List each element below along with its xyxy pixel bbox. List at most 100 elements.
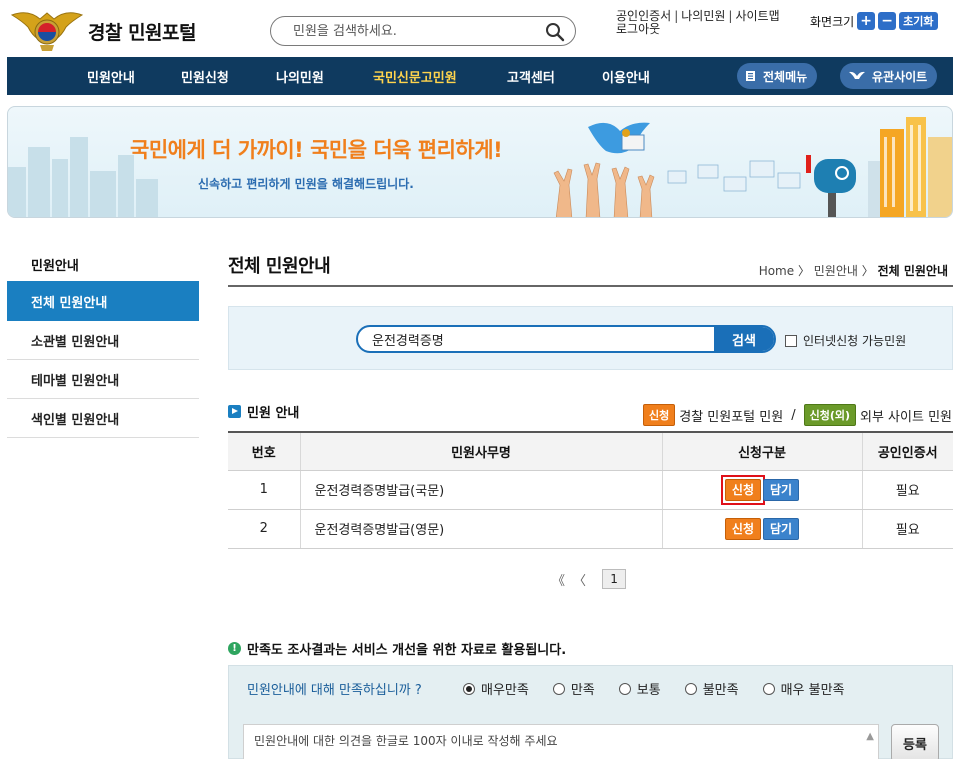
apply-legend: 신청 경찰 민원포털 민원 / 신청(외) 외부 사이트 민원	[642, 404, 952, 426]
breadcrumb-home[interactable]: Home	[759, 264, 794, 278]
play-square-icon	[228, 405, 241, 418]
util-link-cert[interactable]: 공인인증서	[616, 9, 671, 23]
add-to-cart-button[interactable]: 담기	[763, 478, 800, 501]
breadcrumb-guide[interactable]: 민원안내	[814, 264, 858, 278]
gnb-item-my-civil[interactable]: 나의민원	[276, 67, 324, 86]
option-neutral[interactable]: 보통	[618, 679, 661, 698]
hero-banner: 국민에게 더 가까이! 국민을 더욱 편리하게! 신속하고 편리하게 민원을 해…	[7, 106, 953, 218]
sidebar-item-by-dept[interactable]: 소관별 민원안내	[7, 321, 199, 360]
row-apply-cell: 신청 담기	[661, 470, 862, 510]
related-sites-label: 유관사이트	[872, 69, 928, 84]
row-service-name[interactable]: 운전경력증명발급(국문)	[299, 470, 662, 510]
comment-box: ▲	[243, 724, 879, 759]
page-title: 전체 민원안내	[228, 256, 331, 277]
online-only-checkbox[interactable]	[785, 334, 797, 347]
guide-search-panel: 검색 인터넷신청 가능민원	[228, 306, 953, 370]
submit-comment-button[interactable]: 등록	[891, 724, 939, 759]
legend-apply-desc: 경찰 민원포털 민원	[679, 409, 784, 425]
font-size-control: 화면크기 + − 초기화	[810, 10, 938, 32]
separator: |	[728, 9, 733, 23]
online-only-label: 인터넷신청 가능민원	[803, 334, 907, 348]
col-header-name: 민원사무명	[299, 431, 662, 471]
font-decrease-button[interactable]: −	[878, 12, 897, 30]
gnb-item-customer-center[interactable]: 고객센터	[507, 67, 555, 86]
option-label: 보통	[636, 683, 661, 698]
col-header-cert: 공인인증서	[861, 431, 953, 471]
row-service-name[interactable]: 운전경력증명발급(영문)	[299, 509, 662, 549]
legend-external-tag: 신청(외)	[803, 404, 856, 426]
gnb-item-apply[interactable]: 민원신청	[181, 67, 229, 86]
breadcrumb: Home 〉 민원안내 〉 전체 민원안내	[758, 264, 948, 278]
comment-textarea[interactable]	[244, 725, 859, 759]
option-very-dissatisfied[interactable]: 매우 불만족	[762, 679, 845, 698]
civil-service-table: 번호 민원사무명 신청구분 공인인증서 1 운전경력증명발급(국문) 신청 담기 …	[228, 431, 953, 549]
font-size-label: 화면크기	[810, 14, 855, 29]
guide-search-input[interactable]	[372, 331, 702, 347]
table-row: 1 운전경력증명발급(국문) 신청 담기 필요	[228, 470, 953, 510]
row-no: 2	[228, 509, 300, 549]
gnb-item-epeople[interactable]: 국민신문고민원	[373, 67, 457, 86]
option-label: 매우 불만족	[780, 683, 845, 698]
table-header-row: 번호 민원사무명 신청구분 공인인증서	[228, 431, 953, 471]
row-cert: 필요	[861, 470, 953, 510]
gnb-item-usage[interactable]: 이용안내	[602, 67, 650, 86]
option-dissatisfied[interactable]: 불만족	[684, 679, 739, 698]
legend-apply-tag: 신청	[642, 404, 676, 426]
site-title[interactable]: 경찰 민원포털	[88, 18, 197, 45]
prev-page-button[interactable]: 〈	[573, 570, 586, 589]
all-menu-button[interactable]: 전체메뉴	[737, 63, 818, 89]
all-menu-label: 전체메뉴	[763, 69, 808, 84]
apply-button[interactable]: 신청	[724, 517, 761, 540]
guide-search-button[interactable]: 검색	[714, 327, 774, 351]
search-icon[interactable]	[545, 22, 565, 42]
info-icon: !	[228, 642, 241, 655]
util-link-my-civil[interactable]: 나의민원	[681, 9, 725, 23]
radio-button[interactable]	[463, 682, 475, 695]
online-only-filter[interactable]: 인터넷신청 가능민원	[785, 332, 906, 349]
header: 경찰 민원포털 공인인증서|나의민원|사이트맵 로그아웃 화면크기 + − 초기…	[0, 0, 966, 56]
first-page-button[interactable]: 《	[552, 570, 565, 589]
legend-external-desc: 외부 사이트 민원	[860, 409, 952, 425]
police-emblem-logo[interactable]	[10, 5, 84, 53]
main-navigation: 민원안내 민원신청 나의민원 국민신문고민원 고객센터 이용안내 전체메뉴 유관…	[7, 57, 953, 95]
sidebar-item-all-guide[interactable]: 전체 민원안내	[7, 281, 199, 321]
sidebar-item-by-index[interactable]: 색인별 민원안내	[7, 399, 199, 438]
gnb-item-guide[interactable]: 민원안내	[87, 67, 135, 86]
util-link-logout[interactable]: 로그아웃	[616, 22, 660, 36]
font-reset-button[interactable]: 초기화	[899, 12, 938, 30]
util-link-sitemap[interactable]: 사이트맵	[735, 9, 779, 23]
sidebar-title: 민원안내	[31, 259, 79, 274]
breadcrumb-current: 전체 민원안내	[877, 264, 948, 278]
related-sites-button[interactable]: 유관사이트	[840, 63, 938, 89]
bird-icon	[849, 71, 865, 79]
scroll-up-arrow-icon[interactable]: ▲	[866, 731, 874, 742]
apply-button[interactable]: 신청	[724, 478, 761, 501]
row-cert: 필요	[861, 509, 953, 549]
row-no: 1	[228, 470, 300, 510]
col-header-apply-type: 신청구분	[661, 431, 862, 471]
page-number-current[interactable]: 1	[602, 569, 627, 589]
radio-button[interactable]	[684, 682, 697, 695]
survey-question: 민원안내에 대해 만족하십니까 ?	[247, 683, 422, 698]
separator: |	[674, 9, 679, 23]
menu-doc-icon	[746, 71, 755, 81]
radio-button[interactable]	[552, 682, 565, 695]
banner-subtitle: 신속하고 편리하게 민원을 해결해드립니다.	[198, 177, 414, 191]
radio-button[interactable]	[762, 682, 775, 695]
option-very-satisfied[interactable]: 매우만족	[463, 679, 529, 698]
satisfaction-survey: 민원안내에 대해 만족하십니까 ? 매우만족 만족 보통 불만족 매우 불만족 …	[228, 665, 953, 759]
option-label: 매우만족	[481, 683, 529, 698]
radio-button[interactable]	[618, 682, 631, 695]
add-to-cart-button[interactable]: 담기	[763, 517, 800, 540]
banner-title: 국민에게 더 가까이! 국민을 더욱 편리하게!	[130, 138, 503, 162]
survey-note-text: 만족도 조사결과는 서비스 개선을 위한 자료로 활용됩니다.	[247, 643, 567, 658]
global-search-input[interactable]	[293, 22, 533, 40]
option-satisfied[interactable]: 만족	[552, 679, 595, 698]
option-label: 불만족	[702, 683, 739, 698]
guide-search-box: 검색	[356, 325, 776, 353]
font-increase-button[interactable]: +	[857, 12, 876, 30]
table-row: 2 운전경력증명발급(영문) 신청 담기 필요	[228, 509, 953, 549]
sidebar-item-by-theme[interactable]: 테마별 민원안내	[7, 360, 199, 399]
utility-links: 공인인증서 | 나의민원 | 사이트맵 로그아웃	[616, 10, 812, 36]
row-apply-cell: 신청 담기	[661, 509, 862, 549]
